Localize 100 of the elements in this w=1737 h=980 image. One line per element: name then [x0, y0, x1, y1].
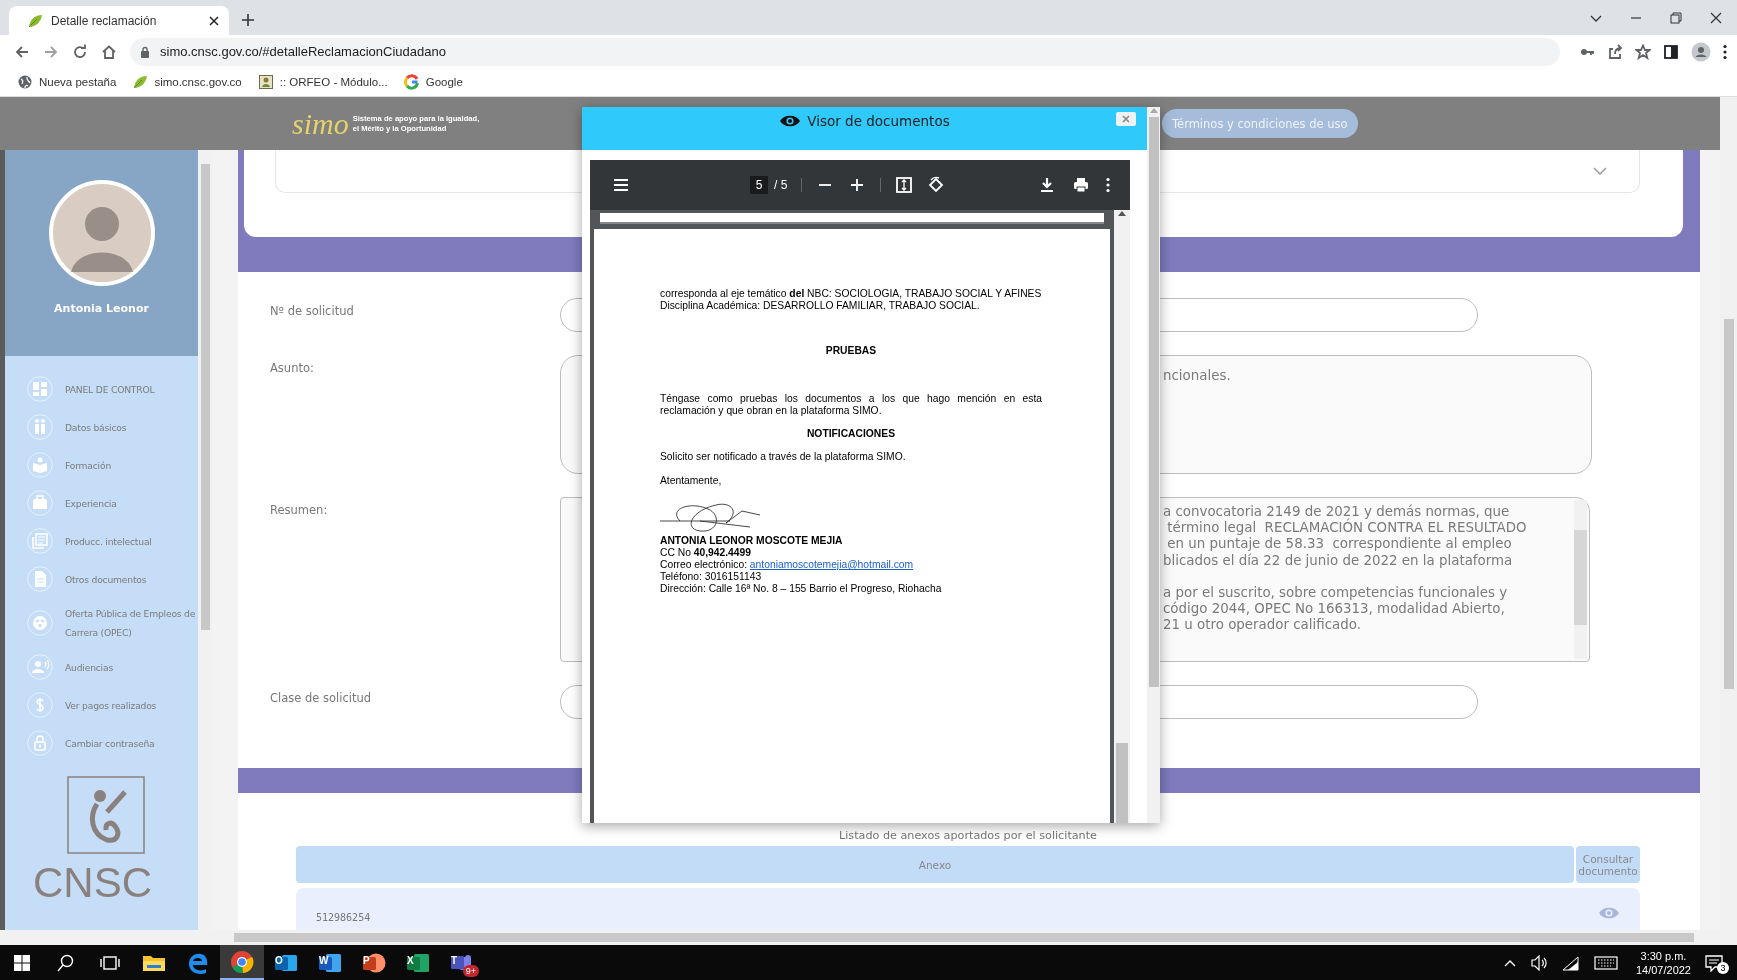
reload-icon[interactable] — [72, 43, 88, 60]
film-reel-icon — [27, 610, 53, 636]
figure-logo-icon — [67, 776, 145, 854]
share-icon[interactable] — [1607, 43, 1623, 60]
leaf-icon — [27, 12, 43, 29]
globe-icon — [17, 74, 33, 90]
section-title: Listado de anexos aportados por el solicitante — [838, 829, 1098, 844]
bookmark[interactable]: Google — [403, 74, 463, 90]
horizontal-scrollbar[interactable] — [0, 930, 1720, 945]
task-view-icon[interactable] — [100, 954, 120, 971]
sidebar-item[interactable]: Otros documentos — [27, 566, 198, 592]
plus-icon[interactable] — [241, 13, 255, 27]
modal-title: Visor de documentos — [807, 113, 950, 129]
scrollbar[interactable] — [1574, 500, 1587, 659]
sidebar-item[interactable]: Oferta Pública de Empleos de Carrera (OPEC) — [27, 604, 198, 642]
browser-tab[interactable]: Detalle reclamación — [9, 6, 229, 35]
document-text: CC No 40,942.4499 — [660, 547, 753, 559]
taskbar-app-button[interactable]: P — [352, 945, 396, 980]
document-text: Correo electrónico: antoniamoscotemejia@hotmail.com — [660, 559, 915, 571]
eye-icon — [779, 114, 802, 128]
volume-icon[interactable] — [1529, 954, 1548, 971]
logo-text: simo — [292, 108, 349, 139]
column-header: Anexo — [296, 846, 1574, 883]
dashboard-icon — [27, 376, 53, 402]
taskbar-app-button[interactable]: X — [396, 945, 440, 980]
document-heading: PRUEBAS — [824, 345, 878, 357]
address-bar[interactable]: simo.cnsc.gov.co/#detalleReclamacionCiudadano — [130, 37, 1560, 66]
bookmark[interactable]: :: ORFEO - Módulo... — [257, 74, 388, 90]
lock-icon — [140, 45, 150, 58]
restore-icon[interactable] — [1670, 11, 1682, 24]
sidebar-item[interactable]: Producc. intelectual — [27, 528, 198, 554]
lock-icon — [27, 730, 53, 756]
circle-logo-icon — [230, 949, 254, 974]
close-button[interactable] — [1116, 112, 1136, 126]
document-paragraph: Téngase como pruebas los documentos a los que hago mención en esta reclamación y que obran en la plataforma SIMO. — [660, 393, 1042, 417]
page-number-field[interactable]: 5 — [750, 176, 768, 194]
taskbar-app-button[interactable] — [220, 945, 264, 980]
leaf-icon — [132, 74, 149, 90]
wifi-icon[interactable] — [1561, 954, 1580, 971]
document-text: Dirección: Calle 16ª No. 8 – 155 Barrio el Progreso, Riohacha — [660, 583, 943, 595]
menu-dots-icon[interactable] — [1723, 43, 1727, 60]
message-icon — [1705, 953, 1723, 972]
star-icon[interactable] — [1635, 43, 1651, 60]
email-link[interactable]: antoniamoscotemejia@hotmail.com — [749, 559, 914, 570]
sidebar-item[interactable]: Cambiar contraseña — [27, 730, 198, 756]
document-text: corresponda al eje temático del NBC: SOCIOLOGIA, TRABAJO SOCIAL Y AFINES — [660, 288, 1042, 300]
document-text: Teléfono: 3016151143 — [660, 571, 763, 583]
chevron-up-icon[interactable] — [1503, 958, 1516, 967]
taskbar-clock[interactable]: 3:30 p.m. 14/07/2022 — [1635, 948, 1691, 977]
brand-name: CNSC — [33, 860, 153, 906]
scrollbar[interactable] — [1720, 97, 1737, 945]
windows-start-icon[interactable] — [14, 954, 30, 971]
document-text: Disciplina Académica: DESARROLLO FAMILIAR, TRABAJO SOCIAL. — [660, 300, 981, 312]
scrollbar-thumb[interactable] — [1116, 743, 1128, 823]
field-label: Nº de solicitud — [270, 303, 355, 320]
sidebar-item[interactable]: Ver pagos realizados — [27, 692, 198, 718]
sidebar-item[interactable]: Datos básicos — [27, 414, 198, 440]
download-icon[interactable] — [1038, 176, 1056, 194]
bookmark[interactable]: simo.cnsc.gov.co — [132, 74, 242, 90]
field-label: Clase de solicitud — [270, 690, 373, 707]
sidebar-item[interactable]: Audiencias — [27, 654, 198, 680]
menu-icon[interactable] — [612, 176, 630, 194]
user-name: Antonia Leonor — [54, 302, 149, 315]
forward-icon[interactable] — [43, 43, 59, 60]
document-text: Atentamente, — [660, 475, 723, 487]
notification-badge: 9+ — [462, 965, 479, 977]
bookmark[interactable]: Nueva pestaña — [17, 74, 117, 90]
dollar-icon — [27, 692, 53, 718]
scrollbar[interactable] — [1147, 107, 1160, 823]
profile-icon[interactable] — [1691, 41, 1711, 62]
close-icon[interactable] — [1710, 11, 1722, 24]
side-panel-icon[interactable] — [1663, 43, 1679, 60]
sidebar-item[interactable]: Formación — [27, 452, 198, 478]
table-cell: 512986254 — [316, 911, 371, 923]
close-icon[interactable] — [209, 15, 219, 26]
document-text: Solicito ser notificado a través de la plataforma SIMO. — [660, 451, 907, 463]
more-icon[interactable] — [1106, 177, 1110, 193]
home-icon[interactable] — [101, 43, 117, 60]
document-icon — [27, 566, 53, 592]
chevron-down-icon — [1593, 166, 1607, 176]
scrollbar[interactable] — [1114, 210, 1130, 823]
scrollbar[interactable] — [198, 150, 212, 930]
sidebar-item[interactable]: PANEL DE CONTROL — [27, 376, 198, 402]
print-icon[interactable] — [1072, 176, 1090, 194]
rotate-icon[interactable] — [927, 176, 946, 194]
search-icon[interactable] — [57, 953, 75, 972]
ring-icon — [403, 74, 420, 90]
notifications-button[interactable]: 3 — [1705, 950, 1729, 975]
back-icon[interactable] — [14, 43, 30, 60]
framed-picture-icon — [257, 74, 274, 90]
page-total: / 5 — [774, 178, 788, 192]
briefcase-icon — [27, 490, 53, 516]
sidebar-item[interactable]: Experiencia — [27, 490, 198, 516]
taskbar-app-button[interactable]: W — [308, 945, 352, 980]
keyboard-icon[interactable] — [1593, 955, 1618, 970]
scrollbar-thumb[interactable] — [1148, 117, 1159, 687]
taskbar-app-button[interactable]: O — [264, 945, 308, 980]
field-label: Resumen: — [270, 502, 329, 519]
taskbar-app-button[interactable]: T 9+ — [440, 945, 484, 980]
fit-page-icon[interactable] — [895, 176, 914, 194]
